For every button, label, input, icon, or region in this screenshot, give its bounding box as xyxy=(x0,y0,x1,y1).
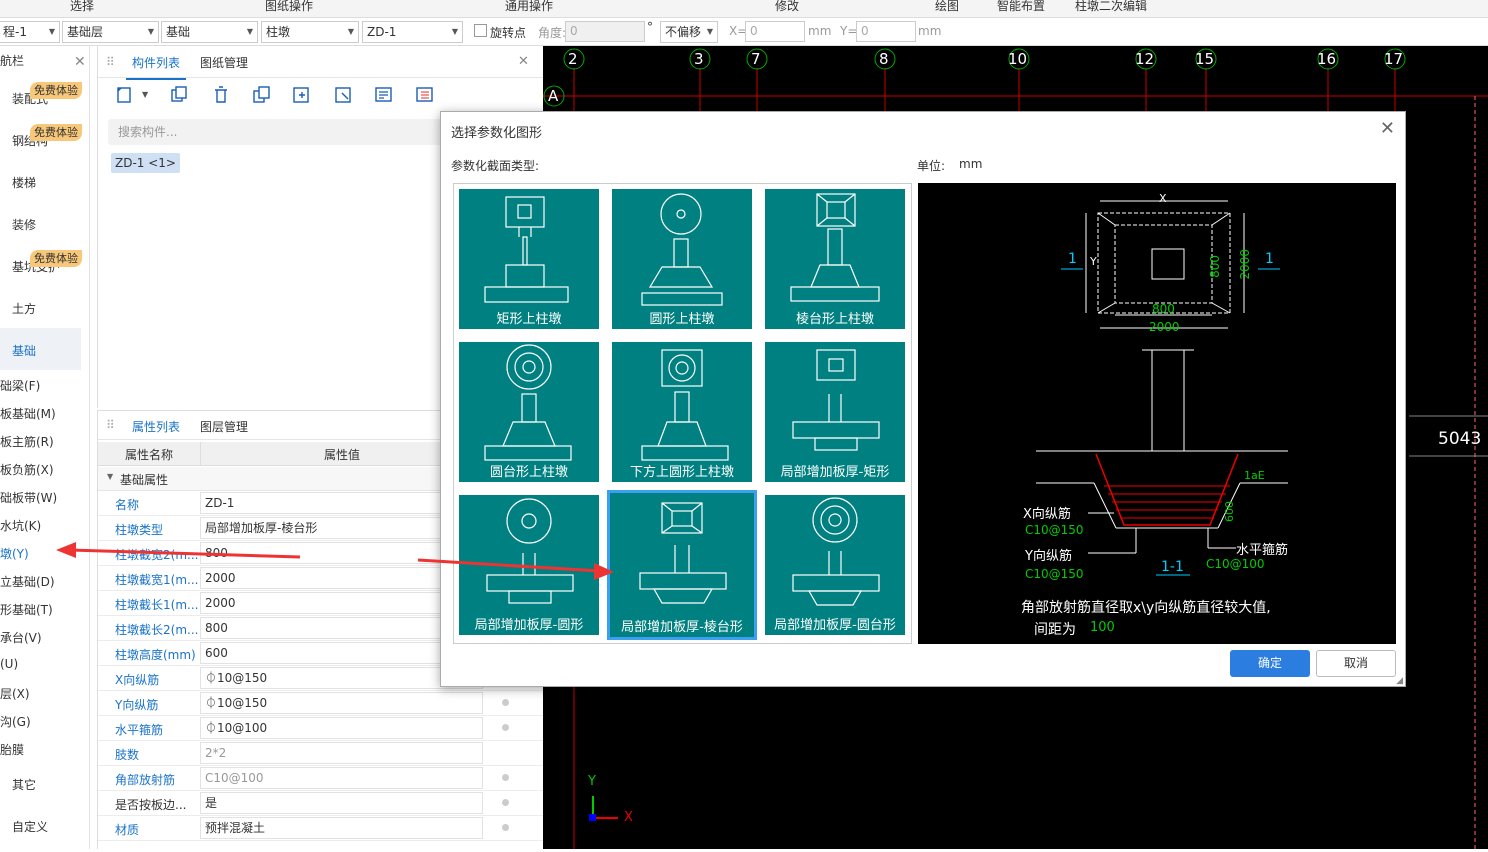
annotation-arrows xyxy=(56,542,614,580)
